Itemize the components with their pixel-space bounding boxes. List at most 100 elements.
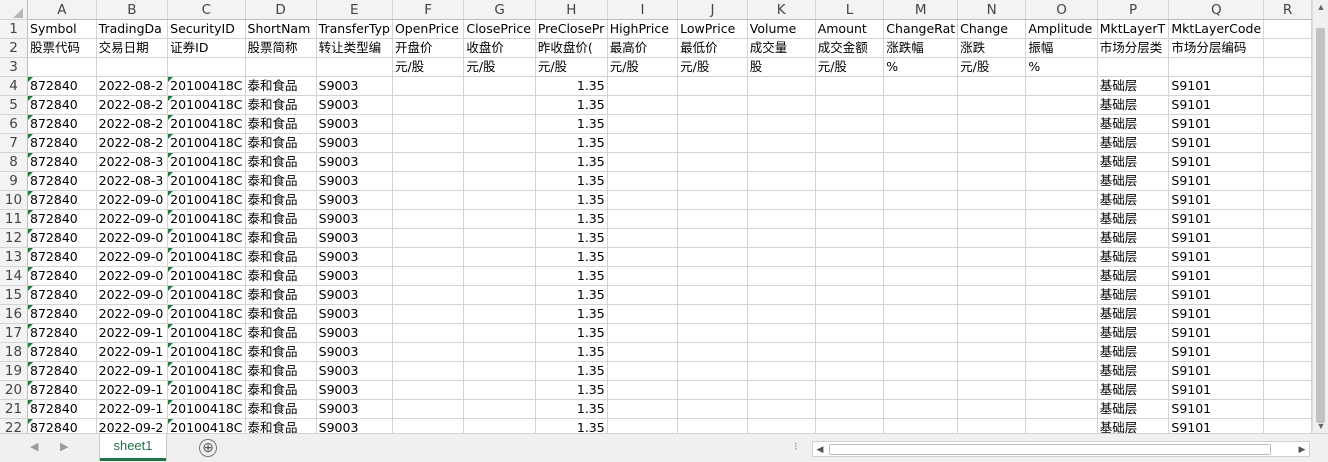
cell[interactable]: 基础层 <box>1097 266 1170 286</box>
cell-text-number-indicator[interactable]: 20100418C <box>167 114 246 134</box>
cell[interactable]: 基础层 <box>1097 228 1170 248</box>
column-header-f[interactable]: F <box>392 0 465 20</box>
cell[interactable] <box>1025 399 1098 419</box>
cell[interactable] <box>883 323 959 343</box>
cell[interactable] <box>677 399 748 419</box>
cell[interactable] <box>607 380 679 400</box>
cell[interactable]: 2022-09-0 <box>96 247 169 267</box>
cell[interactable] <box>463 171 536 191</box>
cell[interactable] <box>392 114 465 134</box>
cell[interactable] <box>607 304 679 324</box>
cell[interactable]: S9101 <box>1168 342 1265 362</box>
cell[interactable] <box>1263 285 1312 305</box>
cell[interactable]: S9101 <box>1168 380 1265 400</box>
cell[interactable]: 泰和食品 <box>245 285 317 305</box>
cell[interactable]: 基础层 <box>1097 285 1170 305</box>
cell[interactable]: 1.35 <box>535 418 608 433</box>
cell[interactable]: OpenPrice <box>392 19 465 39</box>
cell[interactable]: 泰和食品 <box>245 361 317 381</box>
row-header[interactable]: 20 <box>0 380 29 400</box>
cell[interactable] <box>1025 209 1098 229</box>
cell[interactable]: Symbol <box>27 19 97 39</box>
row-header[interactable]: 4 <box>0 76 29 96</box>
cell[interactable] <box>957 361 1027 381</box>
cell[interactable]: 1.35 <box>535 304 608 324</box>
cell[interactable] <box>463 266 536 286</box>
cell[interactable]: 开盘价 <box>392 38 465 58</box>
cell[interactable] <box>607 95 679 115</box>
cell[interactable] <box>677 114 748 134</box>
cell[interactable]: Amplitude <box>1025 19 1098 39</box>
cell[interactable]: 2022-08-2 <box>96 133 169 153</box>
cell[interactable]: S9003 <box>316 304 393 324</box>
cell[interactable] <box>463 190 536 210</box>
cell[interactable] <box>27 57 97 77</box>
cell[interactable] <box>1263 190 1312 210</box>
row-header[interactable]: 18 <box>0 342 29 362</box>
cell[interactable]: 1.35 <box>535 76 608 96</box>
column-header-j[interactable]: J <box>677 0 748 20</box>
cell-text-number-indicator[interactable]: 872840 <box>27 247 97 267</box>
cell[interactable]: 元/股 <box>392 57 465 77</box>
cell[interactable] <box>883 342 959 362</box>
cell[interactable]: 基础层 <box>1097 209 1170 229</box>
cell[interactable] <box>883 266 959 286</box>
horizontal-scroll-thumb[interactable] <box>829 444 1271 455</box>
cell[interactable] <box>957 399 1027 419</box>
cell[interactable]: 基础层 <box>1097 152 1170 172</box>
cell[interactable] <box>677 76 748 96</box>
cell[interactable] <box>883 304 959 324</box>
cell-text-number-indicator[interactable]: 872840 <box>27 380 97 400</box>
cell[interactable] <box>463 95 536 115</box>
spreadsheet-grid[interactable]: ABCDEFGHIJKLMNOPQR 1 Symbol TradingDa Secur… <box>0 0 1312 433</box>
cell[interactable]: S9003 <box>316 380 393 400</box>
cell[interactable]: 1.35 <box>535 285 608 305</box>
cell[interactable] <box>1025 304 1098 324</box>
cell-text-number-indicator[interactable]: 872840 <box>27 285 97 305</box>
row-header[interactable]: 7 <box>0 133 29 153</box>
cell[interactable]: S9101 <box>1168 133 1265 153</box>
cell[interactable] <box>815 133 885 153</box>
cell[interactable] <box>957 266 1027 286</box>
cell[interactable]: 基础层 <box>1097 171 1170 191</box>
cell[interactable] <box>167 57 246 77</box>
cell[interactable]: Change <box>957 19 1027 39</box>
cell[interactable] <box>957 323 1027 343</box>
cell[interactable] <box>677 418 748 433</box>
cell[interactable] <box>607 342 679 362</box>
cell[interactable]: 2022-09-1 <box>96 342 169 362</box>
cell-text-number-indicator[interactable]: 20100418C <box>167 171 246 191</box>
cell[interactable] <box>677 95 748 115</box>
cell[interactable]: S9101 <box>1168 152 1265 172</box>
row-header[interactable]: 12 <box>0 228 29 248</box>
cell[interactable]: 基础层 <box>1097 304 1170 324</box>
cell[interactable] <box>96 57 169 77</box>
cell[interactable]: 证券ID <box>167 38 246 58</box>
cell[interactable]: TransferTyp <box>316 19 393 39</box>
cell[interactable]: S9003 <box>316 266 393 286</box>
cell[interactable] <box>747 418 816 433</box>
cell[interactable] <box>607 247 679 267</box>
cell[interactable]: 元/股 <box>535 57 608 77</box>
cell[interactable] <box>747 114 816 134</box>
cell[interactable] <box>607 76 679 96</box>
cell[interactable] <box>747 323 816 343</box>
cell[interactable] <box>677 209 748 229</box>
next-sheet-icon[interactable]: ▶ <box>60 440 68 453</box>
cell[interactable] <box>815 418 885 433</box>
cell[interactable] <box>883 95 959 115</box>
cell[interactable] <box>815 304 885 324</box>
cell-text-number-indicator[interactable]: 20100418C <box>167 342 246 362</box>
cell[interactable] <box>607 266 679 286</box>
cell[interactable]: S9101 <box>1168 418 1265 433</box>
vertical-scroll-thumb[interactable] <box>1316 28 1325 423</box>
cell[interactable]: 2022-09-2 <box>96 418 169 433</box>
cell[interactable]: S9101 <box>1168 285 1265 305</box>
cell[interactable] <box>815 190 885 210</box>
cell[interactable] <box>747 76 816 96</box>
cell[interactable]: 1.35 <box>535 323 608 343</box>
cell[interactable] <box>957 95 1027 115</box>
cell[interactable]: S9003 <box>316 418 393 433</box>
cell[interactable] <box>392 380 465 400</box>
cell[interactable]: 基础层 <box>1097 95 1170 115</box>
